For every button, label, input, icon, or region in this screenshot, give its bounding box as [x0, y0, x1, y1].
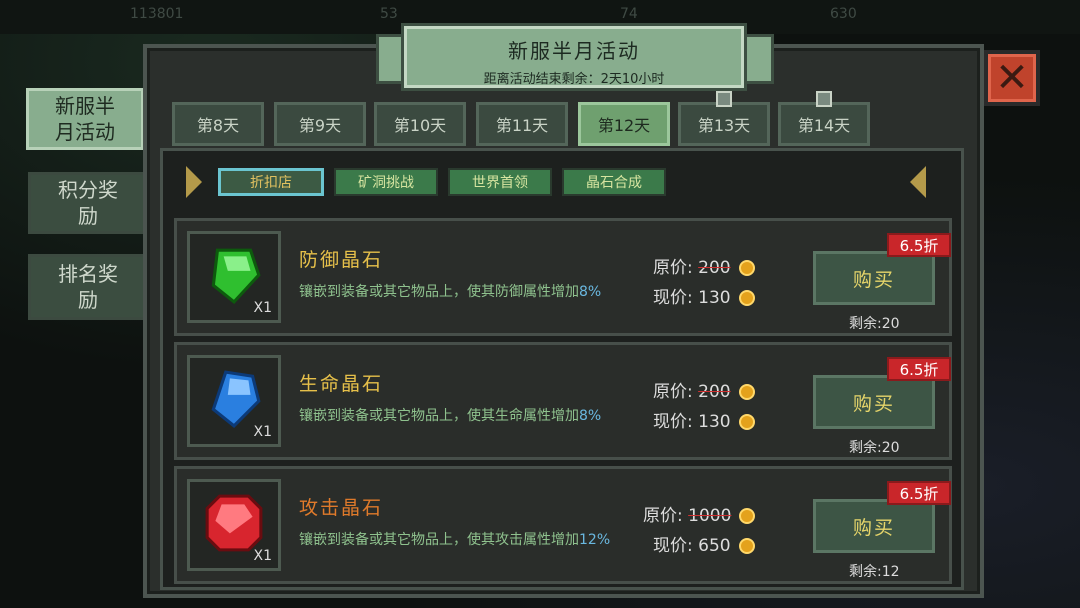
item-quantity: X1	[253, 548, 273, 564]
discount-badge: 6.5折	[887, 357, 951, 381]
stat-c: 630	[830, 6, 857, 22]
original-price-value: 200	[698, 258, 731, 278]
day-tab-label: 第12天	[597, 116, 651, 135]
item-quantity: X1	[253, 424, 273, 440]
side-tab-rank-reward[interactable]: 排名奖 励	[28, 254, 148, 320]
day-tab-10[interactable]: 第10天	[374, 102, 466, 146]
remaining-value: 20	[881, 440, 900, 456]
current-price-value: 650	[698, 536, 731, 556]
current-price: 现价: 130	[653, 407, 755, 432]
discount-badge: 6.5折	[887, 481, 951, 505]
stat-b: 74	[620, 6, 638, 22]
discount-badge: 6.5折	[887, 233, 951, 257]
event-title: 新服半月活动	[508, 39, 640, 63]
category-tab-gem-synthesis[interactable]: 晶石合成	[562, 168, 666, 196]
remaining-value: 12	[881, 564, 900, 580]
day-tab-label: 第9天	[298, 116, 342, 135]
item-desc-text: 镶嵌到装备或其它物品上，使其生命属性增加	[299, 408, 579, 424]
day-tab-label: 第13天	[697, 116, 751, 135]
original-price: 原价: 200	[653, 377, 755, 402]
day-tab-label: 第14天	[797, 116, 851, 135]
original-price-value: 1000	[688, 506, 732, 526]
original-price: 原价: 200	[653, 253, 755, 278]
remaining-label: 剩余:	[849, 564, 882, 580]
buy-button[interactable]: 购买	[813, 499, 935, 553]
category-prev-arrow-icon[interactable]	[186, 166, 202, 198]
current-price: 现价: 130	[653, 283, 755, 308]
current-price-label: 现价:	[653, 288, 693, 308]
day-tab-8[interactable]: 第8天	[172, 102, 264, 146]
current-price-label: 现价:	[653, 536, 693, 556]
coin-icon	[738, 290, 755, 306]
item-icon-frame: X1	[187, 231, 281, 323]
category-next-arrow-icon[interactable]	[910, 166, 926, 198]
original-price-label: 原价:	[653, 258, 693, 278]
remaining-value: 20	[881, 316, 900, 332]
coin-icon	[738, 414, 755, 430]
category-tab-mine-challenge[interactable]: 矿洞挑战	[334, 168, 438, 196]
buy-button[interactable]: 购买	[813, 251, 935, 305]
item-bonus-pct: 8%	[579, 284, 602, 300]
current-price-value: 130	[698, 288, 731, 308]
item-desc-text: 镶嵌到装备或其它物品上，使其攻击属性增加	[299, 532, 579, 548]
item-bonus-pct: 12%	[579, 532, 611, 548]
item-bonus-pct: 8%	[579, 408, 602, 424]
day-tab-label: 第8天	[196, 116, 240, 135]
side-tab-half-month-event[interactable]: 新服半 月活动	[26, 88, 144, 150]
day-tab-9[interactable]: 第9天	[274, 102, 366, 146]
item-row-life-gem: X1 生命晶石 镶嵌到装备或其它物品上，使其生命属性增加8% 原价: 200 现价: 1…	[174, 342, 952, 460]
remaining-label: 剩余:	[849, 440, 882, 456]
item-description: 镶嵌到装备或其它物品上，使其生命属性增加8%	[299, 407, 629, 425]
remaining-stock: 剩余:20	[849, 313, 900, 333]
buy-button[interactable]: 购买	[813, 375, 935, 429]
day-tab-label: 第11天	[495, 116, 549, 135]
remaining-label: 剩余:	[849, 316, 882, 332]
day-tab-13[interactable]: 第13天	[678, 91, 770, 146]
close-button[interactable]: ✕	[984, 50, 1040, 106]
item-icon-frame: X1	[187, 479, 281, 571]
original-price-label: 原价:	[653, 382, 693, 402]
coin-icon	[738, 538, 755, 554]
item-name: 防御晶石	[299, 249, 384, 271]
lock-icon	[816, 91, 832, 107]
item-description: 镶嵌到装备或其它物品上，使其攻击属性增加12%	[299, 531, 629, 549]
current-price-value: 130	[698, 412, 731, 432]
category-tab-world-boss[interactable]: 世界首领	[448, 168, 552, 196]
current-price: 现价: 650	[653, 531, 755, 556]
stat-a: 53	[380, 6, 398, 22]
item-quantity: X1	[253, 300, 273, 316]
original-price: 原价: 1000	[643, 501, 756, 526]
day-tab-11[interactable]: 第11天	[476, 102, 568, 146]
event-countdown: 距离活动结束剩余：2天10小时	[483, 72, 665, 87]
remaining-stock: 剩余:12	[849, 561, 900, 581]
coin-icon	[739, 508, 756, 524]
item-desc-text: 镶嵌到装备或其它物品上，使其防御属性增加	[299, 284, 579, 300]
banner-flag-right	[742, 34, 774, 84]
lock-icon	[716, 91, 732, 107]
item-name: 生命晶石	[299, 373, 384, 395]
item-icon-frame: X1	[187, 355, 281, 447]
coin-icon	[738, 260, 755, 276]
side-tab-points-reward[interactable]: 积分奖 励	[28, 172, 148, 234]
category-tab-discount-shop[interactable]: 折扣店	[218, 168, 324, 196]
original-price-value: 200	[698, 382, 731, 402]
gold-count: 113801	[130, 6, 184, 22]
day-tab-14[interactable]: 第14天	[778, 91, 870, 146]
item-row-defense-gem: X1 防御晶石 镶嵌到装备或其它物品上，使其防御属性增加8% 原价: 200 现价: 1…	[174, 218, 952, 336]
item-name: 攻击晶石	[299, 497, 384, 519]
current-price-label: 现价:	[653, 412, 693, 432]
coin-icon	[738, 384, 755, 400]
day-tab-label: 第10天	[393, 116, 447, 135]
remaining-stock: 剩余:20	[849, 437, 900, 457]
item-description: 镶嵌到装备或其它物品上，使其防御属性增加8%	[299, 283, 629, 301]
close-icon: ✕	[995, 55, 1029, 101]
day-tab-12[interactable]: 第12天	[578, 102, 670, 146]
original-price-label: 原价:	[643, 506, 683, 526]
item-row-attack-gem: X1 攻击晶石镶嵌到装备或其它物品上，使其攻击属性增加12% 原价: 1000 现价:…	[174, 466, 952, 584]
title-banner: 新服半月活动 距离活动结束剩余：2天10小时	[404, 26, 744, 88]
